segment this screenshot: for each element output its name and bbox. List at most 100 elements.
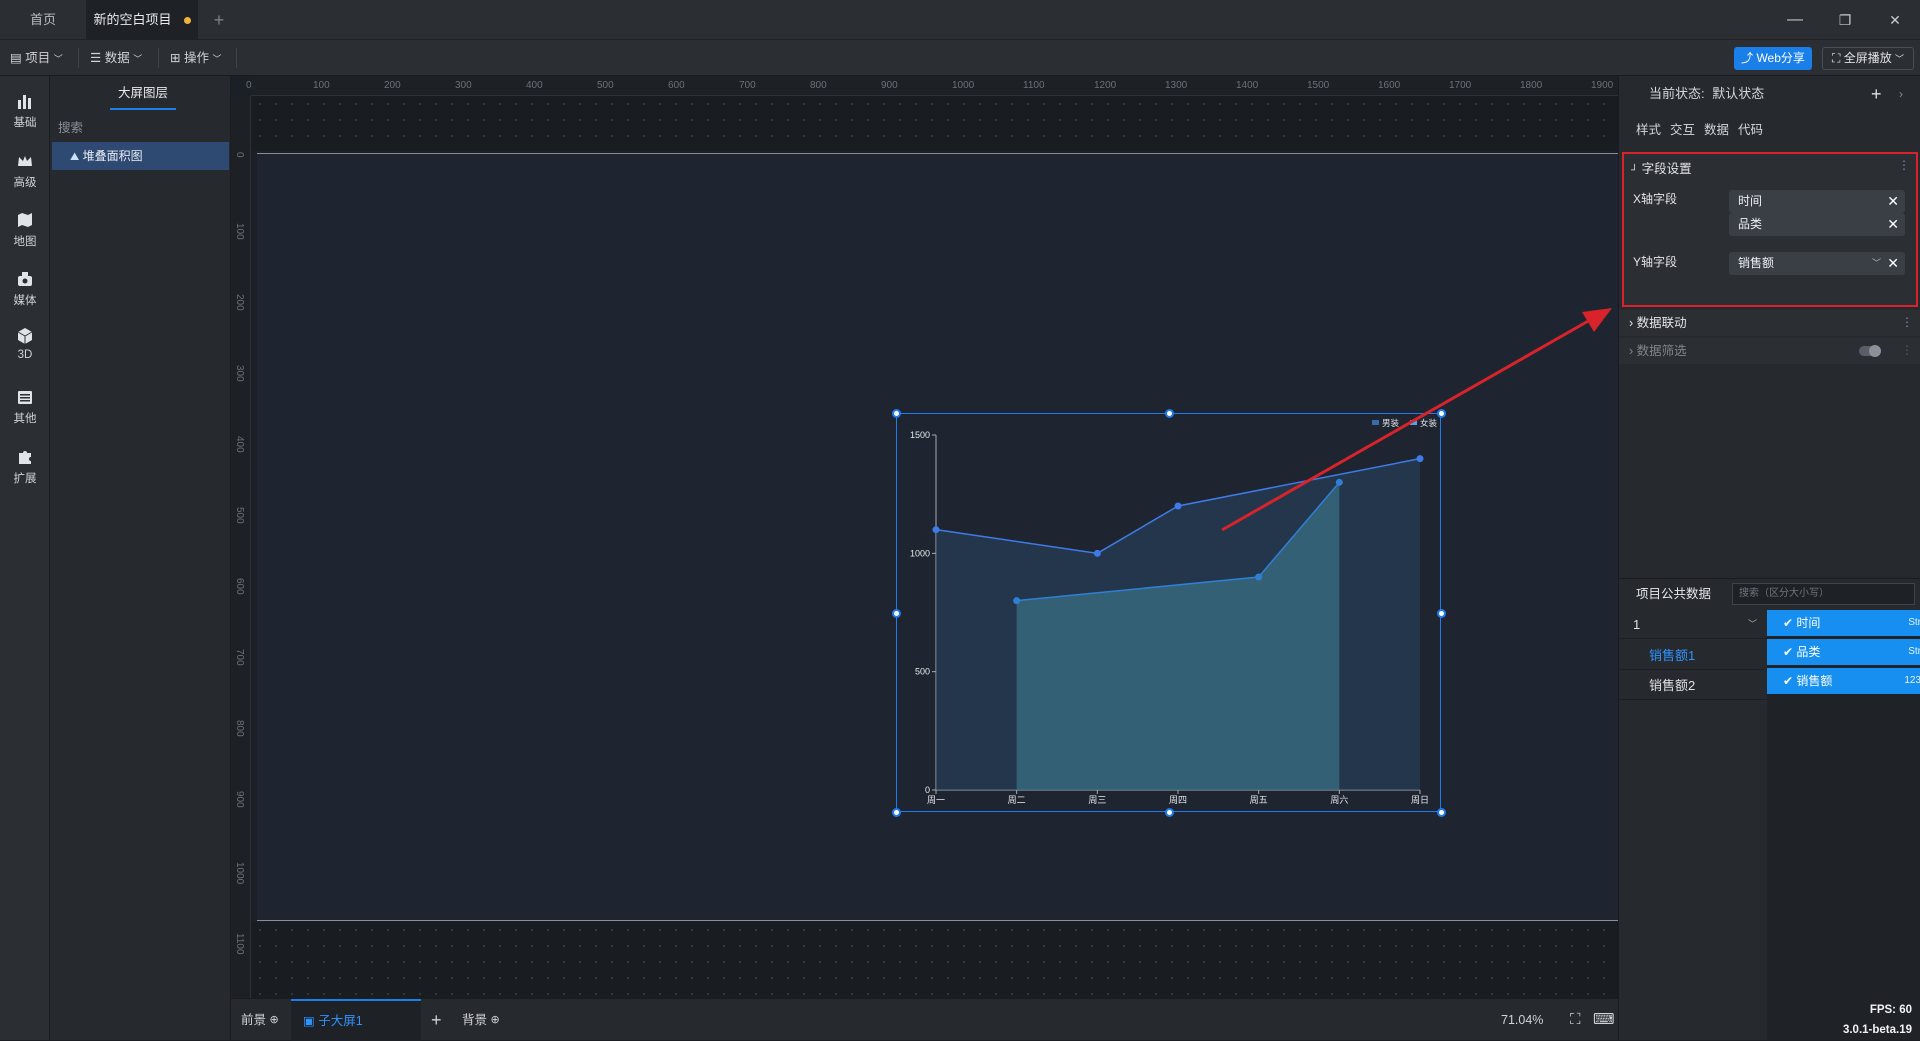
resize-handle[interactable]: [892, 608, 901, 618]
x-field-chip[interactable]: 时间 ✕: [1729, 190, 1905, 213]
ruler-horizontal[interactable]: 0 100 200 300 400 500 600 700 800 900 1000 1100 1200…: [246, 76, 1618, 96]
ruler-tick-label: 0: [234, 152, 245, 158]
editor-canvas[interactable]: 0 100 200 300 400 500 600 700 800 900 1000 1100 1200…: [231, 76, 1618, 998]
stacked-area-chart-widget[interactable]: 0 500 1000 1500 周一 周二 周三 周四 周五 周六 周日 男装 女装: [892, 409, 1446, 817]
field-settings-header[interactable]: ┘ 字段设置: [1631, 158, 1692, 182]
y-tick-label: 500: [915, 667, 930, 677]
background-tab[interactable]: 背景 ⊕: [462, 999, 500, 1041]
x-field-chip[interactable]: 品类 ✕: [1729, 213, 1905, 236]
toolbar-divider: [236, 48, 237, 68]
data-point: [1335, 478, 1343, 486]
remove-icon[interactable]: ✕: [1887, 213, 1899, 236]
web-share-button[interactable]: ⤴ Web分享: [1734, 47, 1812, 70]
add-circle-icon[interactable]: ⊕: [270, 1014, 279, 1026]
fullscreen-play-button[interactable]: ⛶ 全屏播放 ﹀: [1822, 47, 1914, 70]
ruler-tick-label: 1000: [952, 80, 975, 91]
subscreen-tab[interactable]: ▣ 子大屏1: [291, 999, 421, 1041]
ruler-tick-label: 1900: [1591, 80, 1614, 91]
tab-home[interactable]: 首页: [0, 0, 86, 40]
legend-swatch: [1410, 420, 1417, 425]
add-tab-button[interactable]: +: [206, 0, 232, 40]
resize-handle[interactable]: [1437, 608, 1446, 618]
resize-handle[interactable]: [1437, 409, 1446, 418]
state-label: 当前状态:: [1649, 86, 1705, 101]
ruler-tick-label: 1100: [1023, 80, 1045, 91]
ruler-vertical[interactable]: 0 100 200 300 400 500 600 700 800 900 1000 1100: [231, 96, 251, 998]
resize-handle[interactable]: [1437, 808, 1446, 817]
zoom-level[interactable]: 71.04%: [1501, 999, 1543, 1041]
data-link-section[interactable]: › 数据联动 ⋮: [1619, 310, 1920, 336]
state-row: 当前状态: 默认状态 + ›: [1619, 76, 1920, 112]
tab-data[interactable]: 数据: [1704, 118, 1729, 142]
menu-data-label: 数据: [104, 51, 130, 65]
y-field-select[interactable]: 销售额 ﹀ ✕: [1729, 252, 1905, 275]
rail-label: 地图: [13, 236, 37, 248]
more-icon[interactable]: ⋮: [1898, 158, 1910, 172]
ruler-tick-label: 0: [246, 80, 252, 91]
minimize-button[interactable]: —: [1770, 0, 1820, 40]
dataset-item[interactable]: 销售额2: [1619, 671, 1767, 700]
state-value[interactable]: 默认状态: [1712, 86, 1764, 101]
tab-project[interactable]: 新的空白项目: [86, 0, 198, 40]
add-screen-button[interactable]: +: [431, 999, 442, 1041]
tab-code[interactable]: 代码: [1738, 118, 1763, 142]
menu-project[interactable]: ▤ 项目 ﹀: [10, 40, 63, 76]
fit-screen-icon[interactable]: ⛶: [1570, 999, 1581, 1041]
resize-handle[interactable]: [1164, 808, 1174, 817]
restore-button[interactable]: ❐: [1820, 0, 1870, 40]
x-tick-label: 周三: [1088, 795, 1106, 805]
layers-search-input[interactable]: 搜索: [58, 118, 223, 138]
rail-label: 高级: [13, 177, 37, 189]
chevron-right-icon[interactable]: ›: [1899, 76, 1903, 112]
close-button[interactable]: ✕: [1870, 0, 1920, 40]
field-item[interactable]: ✔ 销售额 123: [1767, 668, 1920, 694]
ruler-tick-label: 300: [234, 365, 245, 382]
dataset-item[interactable]: 销售额1: [1619, 641, 1767, 670]
resize-handle[interactable]: [1164, 409, 1174, 418]
remove-icon[interactable]: ✕: [1887, 190, 1899, 213]
x-field-value: 时间: [1738, 194, 1763, 208]
y-tick-label: 1000: [910, 548, 930, 558]
field-type: 123: [1904, 675, 1920, 686]
foreground-tab[interactable]: 前景 ⊕: [241, 999, 279, 1041]
keyboard-icon[interactable]: ⌨: [1593, 999, 1615, 1041]
filter-toggle[interactable]: [1859, 345, 1881, 357]
rail-label: 扩展: [13, 473, 37, 485]
check-icon: ✔: [1783, 616, 1794, 630]
field-name: 时间: [1796, 616, 1821, 630]
more-icon[interactable]: ⋮: [1901, 343, 1913, 357]
rail-label: 3D: [17, 349, 33, 361]
rail-item-basic[interactable]: 基础: [0, 82, 50, 138]
y-field-value: 销售额: [1738, 256, 1775, 270]
resize-handle[interactable]: [892, 409, 901, 418]
tab-style[interactable]: 样式: [1636, 118, 1661, 142]
data-link-title: 数据联动: [1636, 316, 1687, 330]
ruler-tick-label: 500: [234, 507, 245, 524]
chevron-down-icon: ﹀: [53, 54, 63, 64]
field-item[interactable]: ✔ 时间 Str: [1767, 610, 1920, 636]
data-filter-section[interactable]: › 数据筛选 ⋮: [1619, 338, 1920, 364]
public-data-search-input[interactable]: 搜索（区分大小写）: [1732, 583, 1915, 605]
tab-interaction[interactable]: 交互: [1670, 118, 1695, 142]
rail-item-map[interactable]: 地图: [0, 201, 50, 257]
remove-icon[interactable]: ✕: [1887, 252, 1899, 275]
menu-ops[interactable]: ⊞ 操作 ﹀: [170, 40, 221, 76]
rail-item-extension[interactable]: 扩展: [0, 438, 50, 494]
chevron-down-icon: ﹀: [212, 54, 222, 64]
dataset-group[interactable]: 1 ﹀: [1619, 610, 1767, 639]
add-circle-icon[interactable]: ⊕: [491, 1014, 500, 1026]
more-icon[interactable]: ⋮: [1901, 315, 1913, 329]
rail-item-media[interactable]: 媒体: [0, 260, 50, 316]
plus-icon[interactable]: +: [1871, 76, 1882, 112]
field-item[interactable]: ✔ 品类 Str: [1767, 639, 1920, 665]
rail-item-advanced[interactable]: 高级: [0, 142, 50, 198]
toolbar-divider: [78, 48, 79, 68]
collapse-icon: ┘: [1631, 165, 1639, 176]
rail-item-other[interactable]: 其他: [0, 378, 50, 434]
layers-tab[interactable]: 大屏图层: [110, 76, 176, 110]
rail-item-3d[interactable]: 3D: [0, 317, 50, 373]
layer-item[interactable]: ⛰ 堆叠面积图: [52, 142, 229, 170]
database-icon: ☰: [90, 51, 102, 65]
menu-data[interactable]: ☰ 数据 ﹀: [90, 40, 142, 76]
resize-handle[interactable]: [892, 808, 901, 817]
